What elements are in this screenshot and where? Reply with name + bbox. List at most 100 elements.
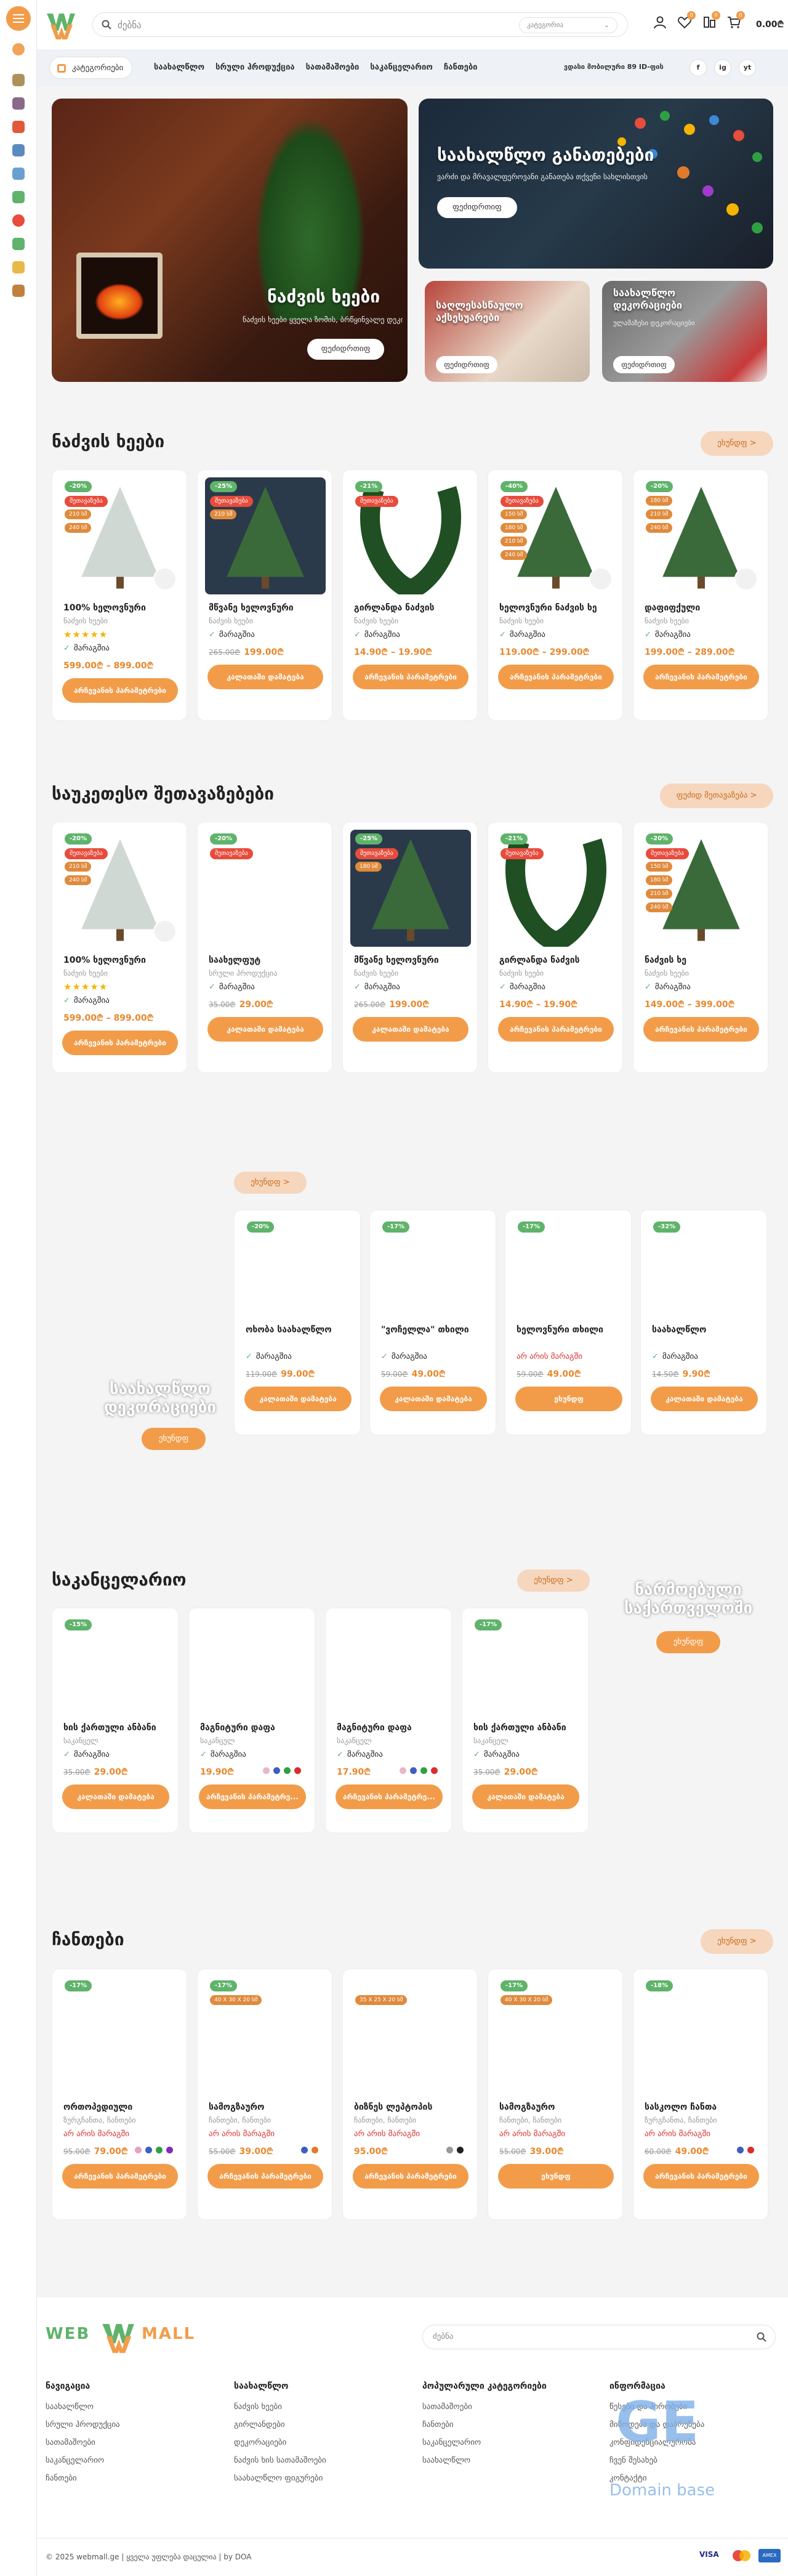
product-image[interactable]: -20% [242,1218,354,1316]
product-name[interactable]: ხის ქართული ანბანი [473,1723,578,1733]
product-card[interactable]: -17% 40 X 30 X 20 სმ სამოგზაურო ჩანთები, ჩა… [488,1969,623,2220]
section-best-more-button[interactable]: ფეძიდ მეთავაზება > [660,784,773,808]
webmall-logo[interactable] [46,10,76,39]
product-name[interactable]: 100% ხელოვნური [63,955,177,965]
product-name[interactable]: გირლანდა ნაძვის [499,955,613,965]
product-name[interactable]: სამოგზაურო [209,2102,322,2112]
product-image[interactable]: -17% 40 X 30 X 20 სმ [496,1977,616,2094]
add-to-cart-button[interactable]: არჩევანის პარამეტრები [498,1017,614,1042]
holiday-side-button[interactable]: ეხუნდფ [142,1428,206,1450]
hero-main-button[interactable]: ფეძიდრთიფ [307,339,384,360]
hero-decorations-button[interactable]: ფეძიდრთიფ [613,356,675,373]
product-name[interactable]: საახალწლო [652,1325,757,1335]
cart-button[interactable]: 0 [726,11,745,30]
product-image[interactable]: 35 X 25 X 20 სმ [350,1977,471,2094]
product-card[interactable]: -21% შეთავაზება გირლანდა ნაძვის ნაძვის ხეებ… [342,469,478,721]
footer-link[interactable]: გირლანდები [234,2420,326,2429]
product-card[interactable]: -18% სასკოლო ჩანთა ზურგჩანთა, ჩანთები არ არ… [633,1969,768,2220]
add-to-cart-button[interactable]: არჩევანის პარამეტრები [353,665,468,689]
product-card[interactable]: მაგნიტური დაფა საკანცელ ✓ მარაგშია 19.90₾ არჩ… [188,1608,315,1833]
product-name[interactable]: ოხობა საახალწლო [246,1325,350,1335]
footer-link[interactable]: საკანცელარიო [46,2456,120,2465]
footer-link[interactable]: დეკორაციები [234,2438,326,2447]
product-card[interactable]: -17% "ვოჩელლა" თხილი ✓ მარაგშია 59.00₾ 49.00₾… [369,1210,496,1435]
product-name[interactable]: "ვოჩელლა" თხილი [381,1325,486,1335]
search-bar[interactable]: ძებნა კატეგორია ⌄ [92,12,628,37]
nav-link-newyear[interactable]: საახალწლო [154,63,204,72]
compare-button[interactable]: 0 [702,11,720,30]
product-image[interactable]: -32% [648,1218,760,1316]
stationery-category-icon[interactable] [12,168,25,180]
stationery-side-button[interactable]: ეხუნდფ [656,1631,720,1653]
variant-swatch[interactable] [153,567,177,591]
product-image[interactable]: -17% [470,1616,582,1714]
category-select[interactable]: კატეგორია ⌄ [519,17,617,33]
add-to-cart-button[interactable]: კალათაში დამატება [472,1784,579,1809]
product-image[interactable]: -18% [641,1977,762,2094]
product-name[interactable]: მაგნიტური დაფა [337,1723,441,1733]
color-swatch[interactable] [446,2147,453,2153]
color-options[interactable] [737,2147,754,2153]
color-swatch[interactable] [294,1767,301,1774]
section-stationery-more-button[interactable]: ეხუნდფ > [517,1569,590,1592]
color-options[interactable] [263,1767,301,1774]
product-name[interactable]: ნაძვის ხე [645,955,758,965]
youtube-icon[interactable]: yt [739,59,756,76]
hero-accessories-button[interactable]: ფეძიდრთიფ [436,356,497,373]
nav-link-toys[interactable]: სათამაშოები [306,63,360,72]
color-swatch[interactable] [273,1767,280,1774]
product-name[interactable]: ხელოვნური თხილი [517,1325,621,1335]
footer-link[interactable]: საახალწლო [422,2456,547,2465]
hero-lights-banner[interactable]: საახალწლო განათებები ვარძი და მრავალფერო… [419,99,773,269]
add-to-cart-button[interactable]: კალათაში დამატება [651,1387,758,1411]
variant-swatch[interactable] [734,567,758,591]
product-image[interactable]: -20% შეთავაზება 210 სმ 240 სმ [60,477,180,594]
product-image[interactable]: -20% შეთავაზება 150 სმ 180 სმ 210 სმ 240 სმ [641,830,762,947]
product-image[interactable]: -21% შეთავაზება [496,830,616,947]
product-name[interactable]: მწვანე ხელოვნური [209,603,322,613]
product-name[interactable]: ორთოპედიული [63,2102,177,2112]
cart-total[interactable]: 0.00₾ [756,18,784,30]
color-swatch[interactable] [156,2147,163,2153]
search-input[interactable]: ძებნა [118,20,142,31]
kitchen-category-icon[interactable] [12,261,25,273]
product-image[interactable]: -17% [60,1977,180,2094]
hero-main-banner[interactable]: ნაძვის ხეები ნაძვის ხეები ყველა ზომის, ბ… [52,99,408,382]
product-image[interactable]: -25% შეთავაზება 180 სმ [350,830,471,947]
color-swatch[interactable] [135,2147,142,2153]
product-image[interactable]: -17% [513,1218,625,1316]
product-card[interactable]: -20% 180 სმ 210 სმ 240 სმ დაფიფქული ნაძვის ხე… [633,469,768,721]
color-swatch[interactable] [301,2147,308,2153]
add-to-cart-button[interactable]: კალათაში დამატება [207,1017,323,1042]
color-options[interactable] [135,2147,173,2153]
footer-link[interactable]: სათამაშოები [422,2402,547,2412]
product-image[interactable]: -40% შეთავაზება 150 სმ 180 სმ 210 სმ 240 სმ [496,477,616,594]
color-swatch[interactable] [145,2147,152,2153]
school-category-icon[interactable] [12,191,25,203]
hero-decorations-banner[interactable]: საახალწლო დეკორაციები ულამაზესი დეკორაცი… [602,281,767,382]
wishlist-button[interactable]: 0 [677,11,696,30]
add-to-cart-button[interactable]: კალათაში დამატება [207,665,323,689]
add-to-cart-button[interactable]: არჩევანის პარამეტრები [498,665,614,689]
add-to-cart-button[interactable]: არჩევანის პარამეტრები [643,2164,759,2189]
product-card[interactable]: -17% ხის ქართული ანბანი საკანცელ ✓ მარაგშია 3… [462,1608,589,1833]
color-options[interactable] [446,2147,464,2153]
nav-link-stationery[interactable]: საკანცელარიო [370,63,432,72]
add-to-cart-button[interactable]: კალათაში დამატება [244,1387,352,1411]
toy-category-icon[interactable] [12,74,25,86]
variant-swatch[interactable] [153,920,177,943]
laptop-category-icon[interactable] [12,144,25,156]
product-name[interactable]: ხელოვნური ნაძვის ხე [499,603,613,613]
food-category-icon[interactable] [12,285,25,297]
color-options[interactable] [301,2147,318,2153]
footer-link[interactable]: სრული ჰროდუქცია [46,2420,120,2429]
sport-category-icon[interactable] [12,238,25,250]
footer-link[interactable]: საახალწლო ფიგურები [234,2474,326,2483]
add-to-cart-button[interactable]: კალათაში დამატება [353,1017,468,1042]
color-swatch[interactable] [312,2147,318,2153]
add-to-cart-button[interactable]: კალათაში დამატება [380,1387,487,1411]
color-swatch[interactable] [737,2147,744,2153]
add-to-cart-button[interactable]: არჩევანის პარამეტრები [62,2164,178,2189]
add-to-cart-button[interactable]: ეხუნდფ [498,2164,614,2189]
color-swatch[interactable] [263,1767,270,1774]
